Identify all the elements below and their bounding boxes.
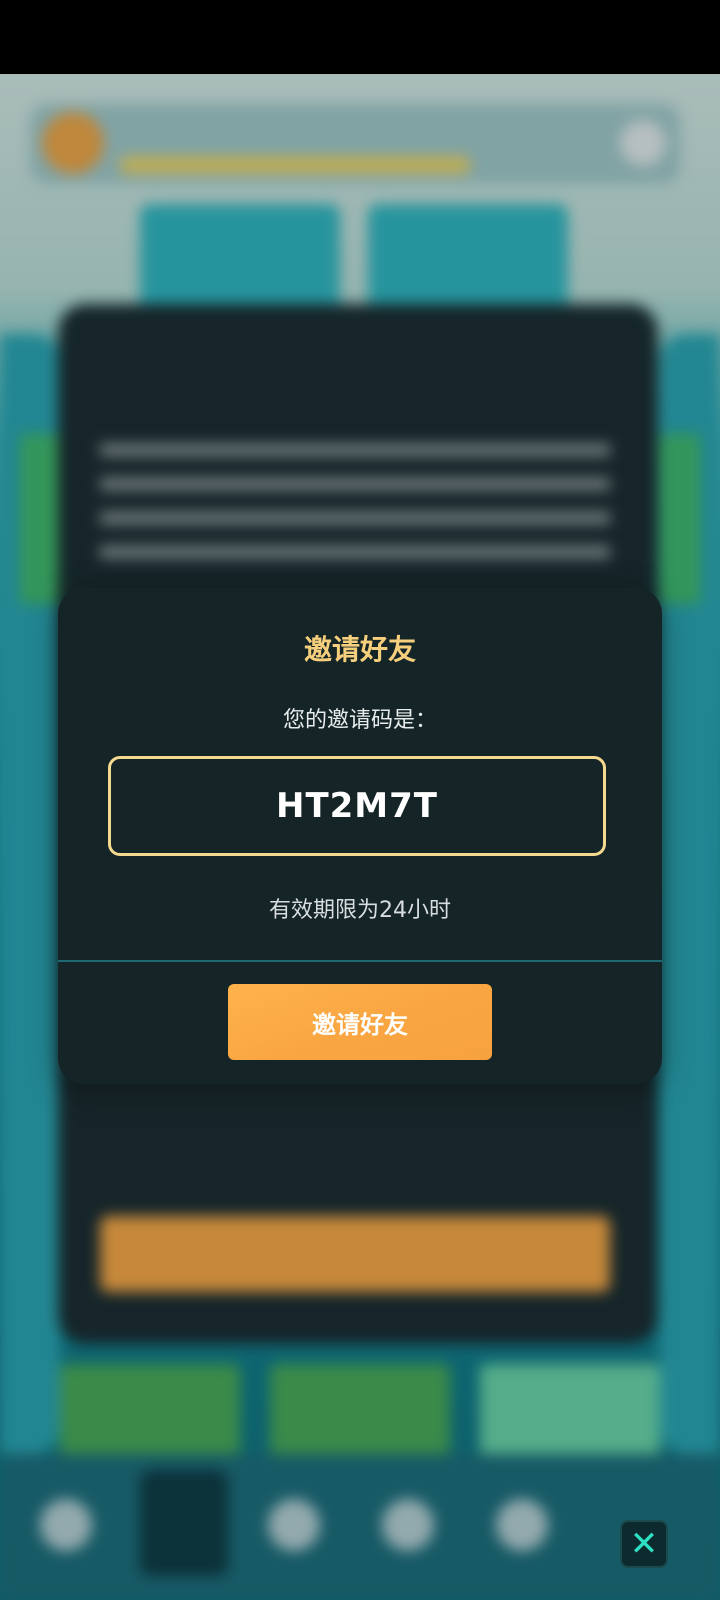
dialog-title: 邀请好友	[303, 633, 416, 666]
invite-code: HT2M7T	[276, 786, 438, 826]
invite-friend-button[interactable]: 邀请好友	[228, 984, 492, 1060]
close-button[interactable]: ✕	[620, 1520, 668, 1568]
validity-text: 有效期限为24小时	[269, 898, 451, 923]
status-bar	[0, 0, 720, 74]
divider	[58, 960, 662, 962]
invite-friend-dialog: 邀请好友 您的邀请码是： HT2M7T 有效期限为24小时 邀请好友	[58, 588, 662, 1084]
close-icon: ✕	[629, 1524, 659, 1564]
invite-code-label: 您的邀请码是：	[282, 708, 437, 733]
invite-code-box[interactable]: HT2M7T	[108, 756, 606, 856]
